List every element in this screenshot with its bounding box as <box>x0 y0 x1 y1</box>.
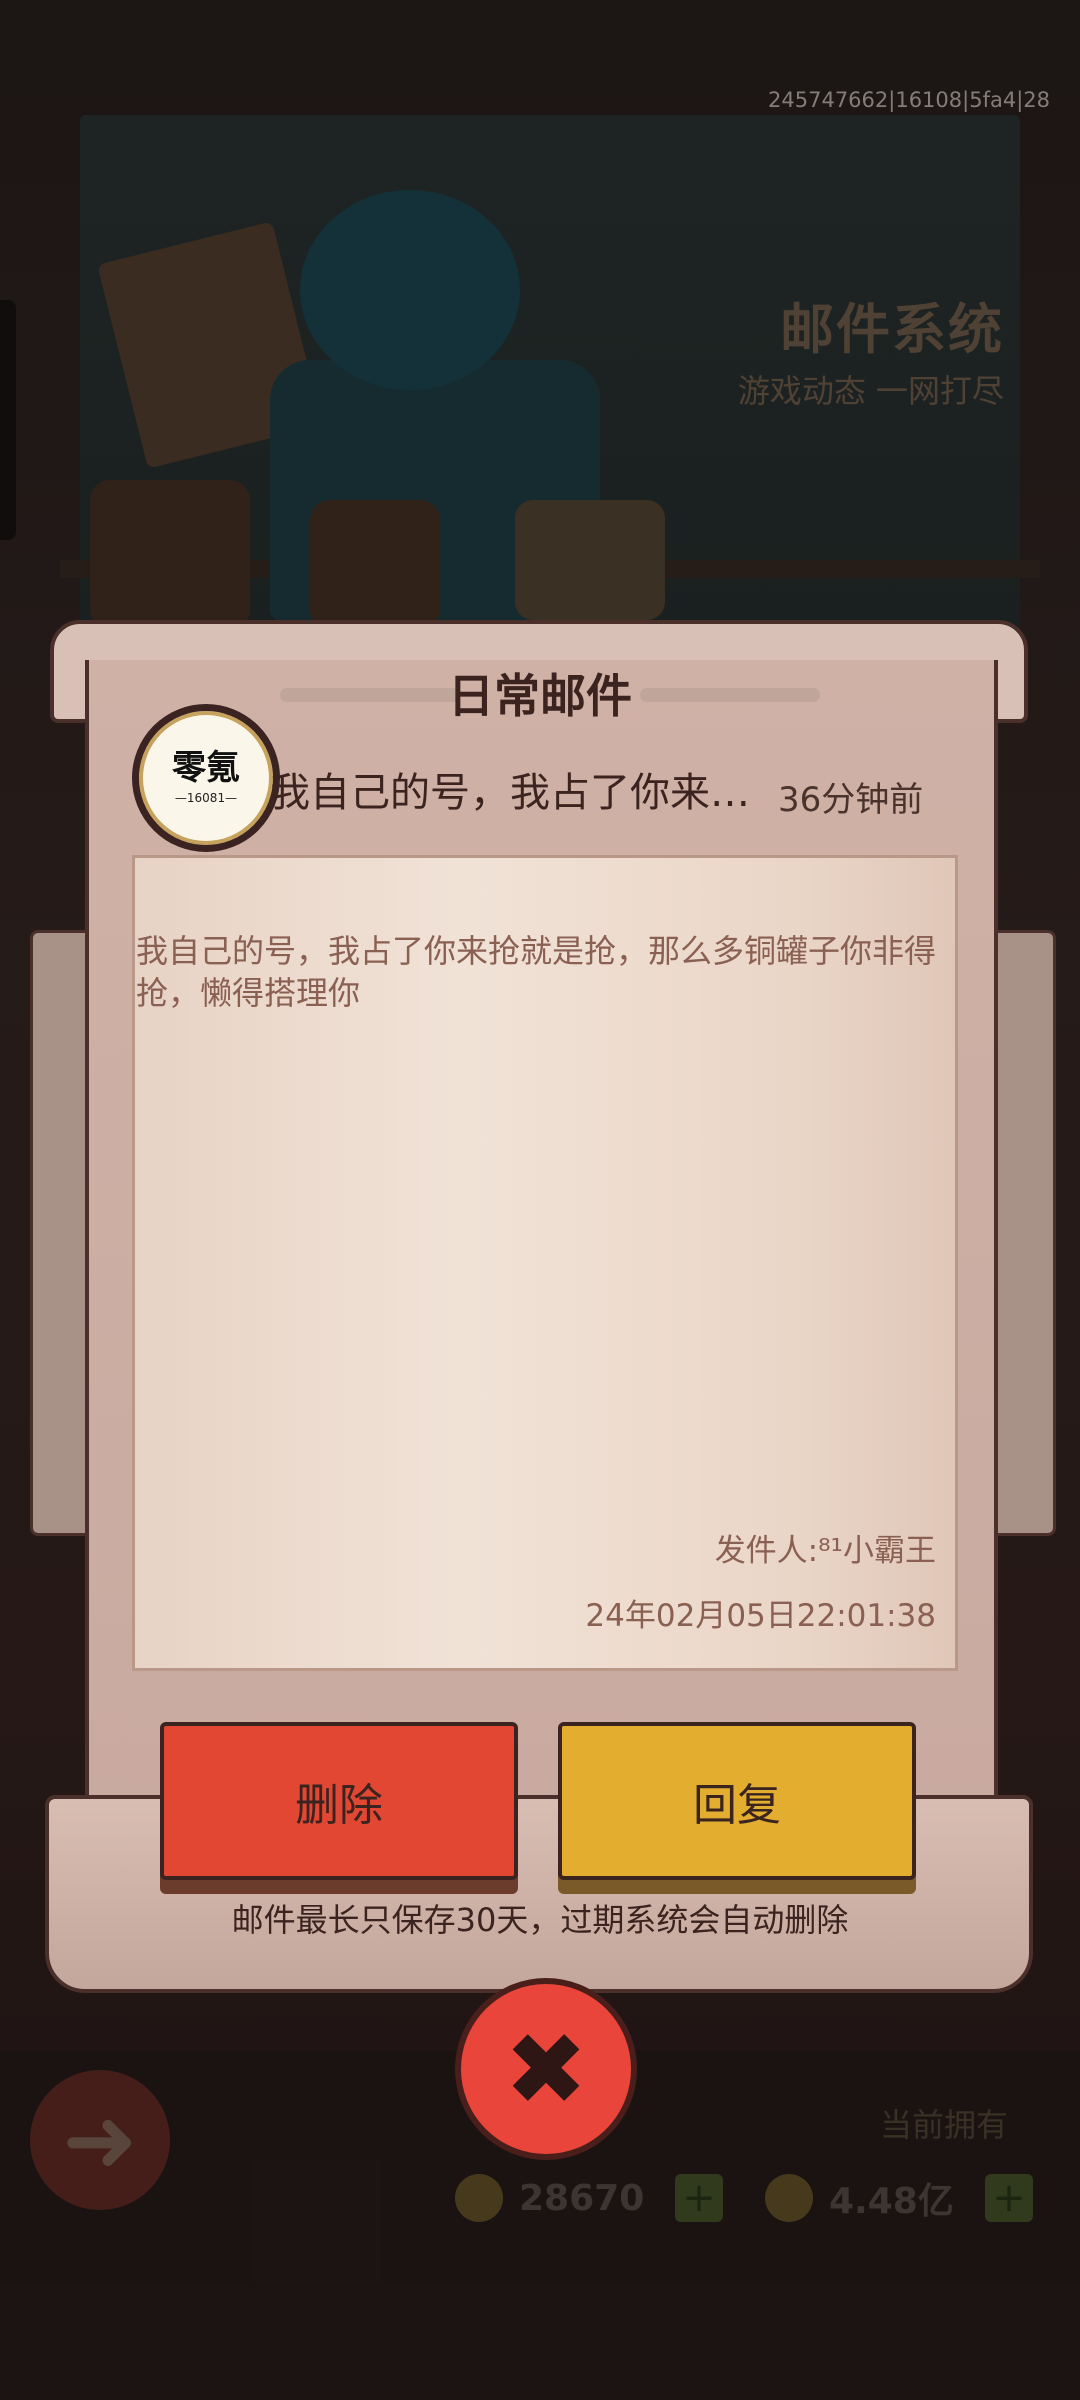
modal-title: 日常邮件 <box>448 669 632 723</box>
avatar-number: —16081— <box>174 791 238 805</box>
reply-button[interactable]: 回复 <box>558 1722 916 1880</box>
mail-subject: 我自己的号，我占了你来… <box>270 770 750 816</box>
sender-avatar[interactable]: 零氪 —16081— <box>132 704 280 852</box>
avatar-text: 零氪 <box>172 748 240 788</box>
mail-time: 36分钟前 <box>778 780 924 820</box>
mail-body: 我自己的号，我占了你来抢就是抢，那么多铜罐子你非得抢，懒得搭理你 <box>136 932 937 1012</box>
retention-notice: 邮件最长只保存30天，过期系统会自动删除 <box>231 1901 849 1939</box>
close-icon[interactable]: ✖ <box>455 1978 637 2160</box>
mail-sender: 发件人:⁸¹小霸王 <box>714 1533 936 1569</box>
delete-button[interactable]: 删除 <box>160 1722 518 1880</box>
mail-sent-at: 24年02月05日22:01:38 <box>585 1598 936 1634</box>
